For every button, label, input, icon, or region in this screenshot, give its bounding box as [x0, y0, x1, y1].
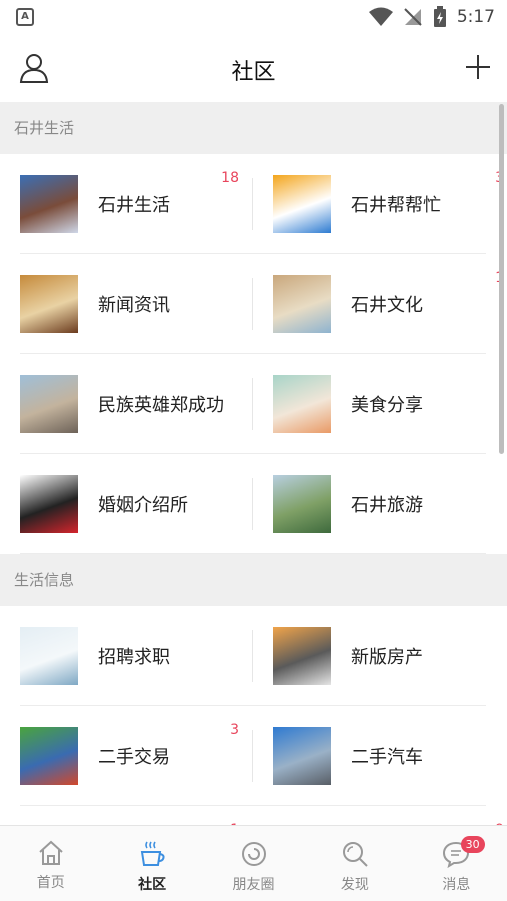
nav-home-label: 首页	[36, 875, 65, 891]
add-icon[interactable]	[465, 54, 491, 80]
section-header: 生活信息	[0, 554, 507, 606]
forum-tile[interactable]: 美食分享	[253, 354, 506, 454]
forum-thumbnail	[273, 475, 331, 533]
forum-tile[interactable]: 婚姻介绍所	[0, 454, 253, 554]
forum-tile[interactable]: 石井文化1	[253, 254, 506, 354]
forum-thumbnail	[20, 627, 78, 685]
forum-thumbnail	[20, 275, 78, 333]
coffee-cup-icon	[140, 841, 165, 866]
discover-search-icon	[342, 842, 368, 867]
forum-tile[interactable]: 9	[253, 806, 506, 825]
forum-label: 招聘求职	[98, 647, 170, 668]
forum-label: 民族英雄郑成功	[98, 395, 224, 416]
scrollbar[interactable]	[499, 104, 504, 454]
forum-tile[interactable]: 石井生活 18	[0, 154, 253, 254]
wifi-icon	[368, 7, 393, 26]
nav-community-label: 社区	[138, 877, 167, 893]
forum-tile[interactable]: 招聘求职	[0, 606, 253, 706]
forum-thumbnail	[20, 375, 78, 433]
home-icon	[39, 840, 63, 865]
nav-discover[interactable]: 发现	[304, 826, 405, 901]
forum-thumbnail	[273, 375, 331, 433]
top-bar: 社区	[0, 36, 507, 102]
forum-thumbnail	[273, 727, 331, 785]
forum-thumbnail	[20, 175, 78, 233]
forum-label: 新版房产	[351, 647, 423, 668]
message-count-badge: 30	[460, 836, 485, 853]
moments-icon	[241, 842, 266, 866]
forum-thumbnail	[273, 627, 331, 685]
nav-discover-label: 发现	[340, 877, 369, 893]
forum-thumbnail	[273, 175, 331, 233]
forum-thumbnail	[20, 727, 78, 785]
row-divider	[20, 553, 253, 554]
page-title: 社区	[231, 60, 276, 85]
row-divider	[253, 553, 486, 554]
forum-tile[interactable]: 民族英雄郑成功	[0, 354, 253, 454]
forum-label: 石井生活	[98, 195, 170, 216]
status-bar: A 5:17	[0, 0, 507, 36]
nav-moments-label: 朋友圈	[232, 877, 275, 893]
forum-label: 美食分享	[351, 395, 423, 416]
unread-count-badge: 3	[230, 722, 239, 738]
forum-thumbnail	[20, 475, 78, 533]
forum-label: 二手汽车	[351, 747, 423, 768]
nav-moments[interactable]: 朋友圈	[203, 826, 304, 901]
forum-label: 新闻资讯	[98, 295, 170, 316]
nav-messages[interactable]: 30 消息	[406, 826, 507, 901]
forum-label: 婚姻介绍所	[98, 495, 188, 516]
forum-label: 石井文化	[351, 295, 423, 316]
app-notification-icon: A	[16, 8, 34, 26]
no-signal-icon	[404, 8, 422, 26]
forum-tile[interactable]: 二手交易 3	[0, 706, 253, 806]
section-grid: 石井生活 18 石井帮帮忙3 新闻资讯 石井文化1 民族英雄郑成功 美食分享婚姻介绍所 石井旅…	[0, 154, 507, 554]
nav-community[interactable]: 社区	[101, 826, 202, 901]
forum-label: 二手交易	[98, 747, 170, 768]
forum-tile[interactable]: 二手汽车	[253, 706, 506, 806]
section-grid: 招聘求职 新版房产二手交易 3 二手汽车 19	[0, 606, 507, 825]
forum-label: 石井旅游	[351, 495, 423, 516]
forum-tile[interactable]: 石井旅游	[253, 454, 506, 554]
nav-home[interactable]: 首页	[0, 826, 101, 901]
forum-tile[interactable]: 新闻资讯	[0, 254, 253, 354]
clock: 5:17	[456, 7, 495, 27]
unread-count-badge: 18	[221, 170, 239, 186]
forum-tile[interactable]: 新版房产	[253, 606, 506, 706]
forum-label: 石井帮帮忙	[351, 195, 441, 216]
community-list[interactable]: 石井生活 石井生活18石井帮帮忙3新闻资讯石井文化1民族英雄郑成功美食分享婚姻介…	[0, 102, 507, 825]
forum-thumbnail	[273, 275, 331, 333]
bottom-navigation: 首页 社区 朋友圈 发现 30 消息	[0, 825, 507, 901]
forum-tile[interactable]: 1	[0, 806, 253, 825]
battery-charging-icon	[433, 6, 446, 27]
forum-tile[interactable]: 石井帮帮忙3	[253, 154, 506, 254]
section-header: 石井生活	[0, 102, 507, 154]
nav-messages-label: 消息	[442, 877, 471, 893]
